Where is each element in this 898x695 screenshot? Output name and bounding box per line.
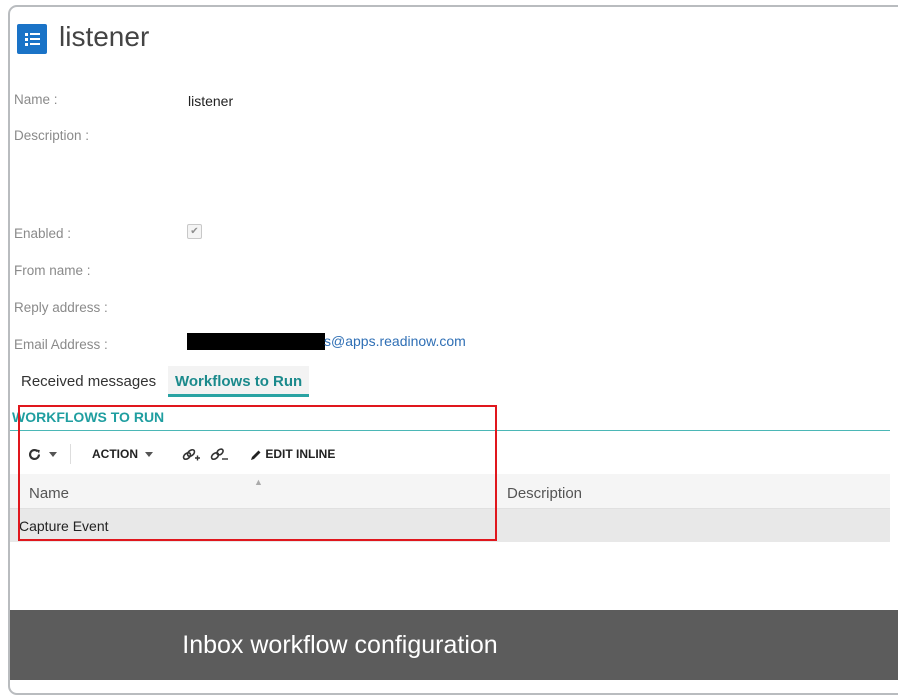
email-link[interactable]: s@apps.readinow.com xyxy=(324,332,466,350)
tab-workflows-to-run[interactable]: Workflows to Run xyxy=(168,366,310,397)
from-name-label: From name : xyxy=(14,263,91,278)
name-value: listener xyxy=(188,93,234,109)
description-label: Description : xyxy=(14,128,90,143)
tab-received-messages[interactable]: Received messages xyxy=(14,366,163,397)
highlight-box xyxy=(18,405,497,541)
enabled-checkbox[interactable]: ✔ xyxy=(187,224,202,239)
caption-text: Inbox workflow configuration xyxy=(182,631,498,659)
name-label: Name : xyxy=(14,92,58,107)
enabled-label: Enabled : xyxy=(14,226,72,241)
reply-address-label: Reply address : xyxy=(14,300,108,315)
caption-bar: Inbox workflow configuration xyxy=(10,610,898,680)
page-title: listener xyxy=(59,21,150,52)
window-frame xyxy=(8,5,898,695)
column-header-description[interactable]: Description xyxy=(507,484,582,504)
list-icon xyxy=(17,24,47,54)
redaction-block xyxy=(187,333,325,350)
email-label: Email Address : xyxy=(14,337,108,352)
